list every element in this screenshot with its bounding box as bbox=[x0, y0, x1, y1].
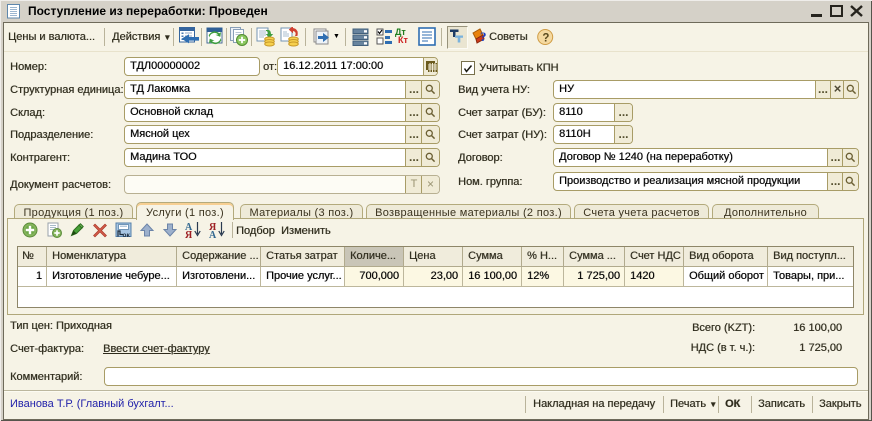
svg-text:ок: ок bbox=[123, 232, 131, 238]
svg-text:?: ? bbox=[542, 33, 549, 45]
svg-text:Я: Я bbox=[185, 230, 193, 239]
svg-text:А: А bbox=[209, 230, 217, 239]
svg-text:?: ? bbox=[480, 29, 487, 44]
